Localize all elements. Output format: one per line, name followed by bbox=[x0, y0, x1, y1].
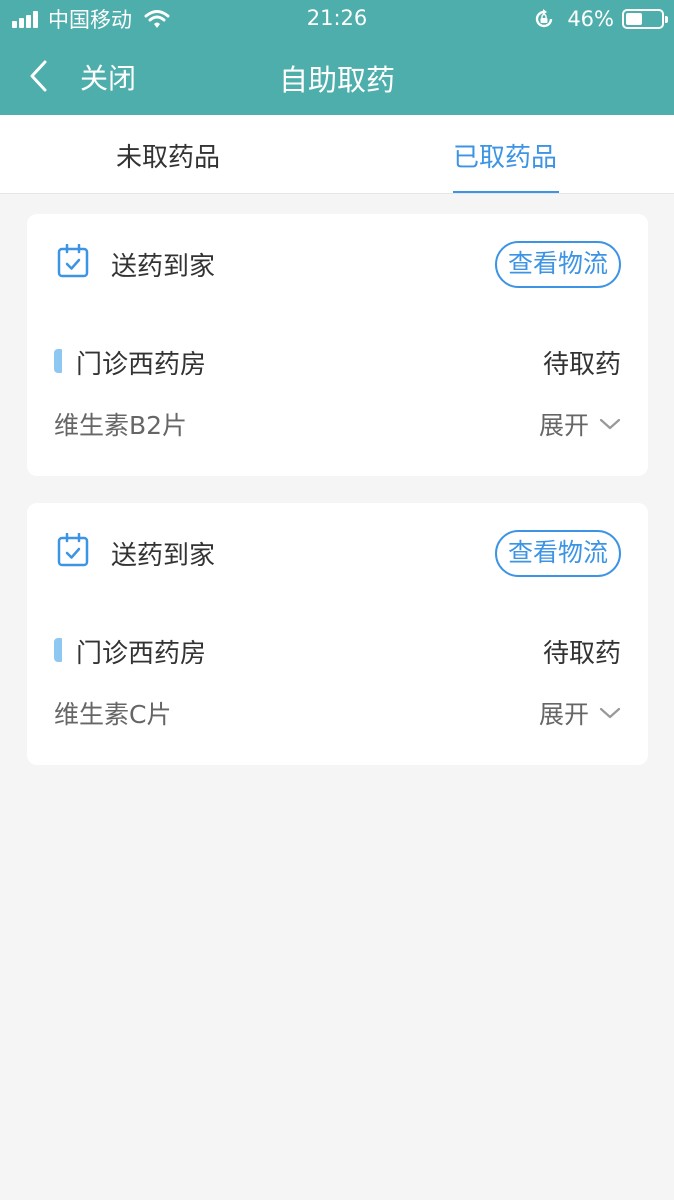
expand-label: 展开 bbox=[538, 700, 589, 729]
pharmacy-marker bbox=[54, 638, 62, 662]
active-tab-indicator bbox=[453, 191, 559, 193]
view-logistics-button[interactable]: 查看物流 bbox=[494, 241, 621, 288]
top-bar: 中国移动 21:26 46% 关闭 自助取药 bbox=[0, 0, 674, 115]
tab-taken[interactable]: 已取药品 bbox=[453, 137, 557, 174]
battery-icon bbox=[622, 9, 668, 29]
pharmacy-name: 门诊西药房 bbox=[76, 350, 207, 380]
rotation-lock-icon bbox=[536, 9, 553, 28]
status-right: 46% bbox=[533, 6, 668, 32]
battery-fill bbox=[626, 13, 642, 25]
pharmacy-name: 门诊西药房 bbox=[76, 639, 207, 669]
pharmacy-marker bbox=[54, 349, 62, 373]
nav-bar: 关闭 自助取药 bbox=[0, 38, 674, 115]
chevron-down-icon bbox=[599, 707, 621, 719]
prescription-card: 送药到家 查看物流 门诊西药房 待取药 维生素B2片 展开 bbox=[27, 214, 648, 476]
pickup-status: 待取药 bbox=[542, 639, 621, 669]
prescription-card: 送药到家 查看物流 门诊西药房 待取药 维生素C片 展开 bbox=[27, 503, 648, 765]
expand-button[interactable]: 展开 bbox=[539, 695, 621, 731]
pickup-status: 待取药 bbox=[542, 350, 621, 380]
drug-name: 维生素B2片 bbox=[54, 411, 188, 440]
calendar-check-icon bbox=[57, 244, 89, 278]
battery-percent: 46% bbox=[567, 7, 614, 31]
delivery-type: 送药到家 bbox=[111, 252, 216, 282]
calendar-check-icon bbox=[57, 533, 89, 567]
tab-untaken[interactable]: 未取药品 bbox=[116, 137, 220, 174]
drug-name: 维生素C片 bbox=[54, 700, 172, 729]
expand-label: 展开 bbox=[538, 411, 589, 440]
tab-bar: 未取药品 已取药品 bbox=[0, 115, 674, 194]
delivery-type: 送药到家 bbox=[111, 541, 216, 571]
status-bar: 中国移动 21:26 46% bbox=[0, 0, 674, 38]
expand-button[interactable]: 展开 bbox=[539, 406, 621, 442]
page-title: 自助取药 bbox=[278, 63, 395, 97]
chevron-down-icon bbox=[599, 418, 621, 430]
view-logistics-button[interactable]: 查看物流 bbox=[494, 530, 621, 577]
